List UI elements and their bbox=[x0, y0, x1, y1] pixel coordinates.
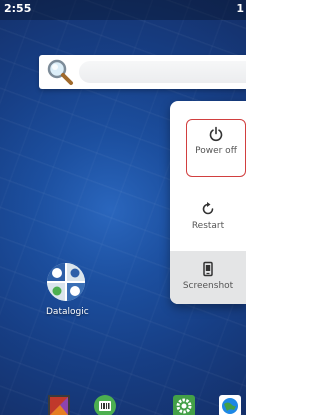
power-off-button[interactable]: Power off bbox=[186, 119, 246, 177]
dock bbox=[0, 395, 246, 415]
status-right-indicator: 1 bbox=[236, 2, 244, 15]
restart-icon bbox=[202, 202, 214, 215]
power-menu: Power off Restart Screenshot bbox=[170, 101, 246, 304]
gallery-icon[interactable] bbox=[48, 395, 70, 415]
screenshot-label: Screenshot bbox=[182, 281, 234, 291]
search-widget[interactable] bbox=[39, 55, 246, 89]
home-screen: 2:55 1 Power off Restart Screenshot Data… bbox=[0, 0, 246, 415]
screenshot-button[interactable]: Screenshot bbox=[170, 251, 246, 304]
status-time: 2:55 bbox=[4, 2, 32, 15]
browser-globe-icon[interactable] bbox=[219, 395, 241, 415]
datalogic-tools-icon[interactable] bbox=[47, 263, 85, 301]
restart-button[interactable]: Restart bbox=[170, 193, 246, 251]
barcode-scanner-icon[interactable] bbox=[94, 395, 116, 415]
status-bar: 2:55 1 bbox=[0, 0, 246, 20]
settings-icon[interactable] bbox=[173, 395, 195, 415]
power-icon bbox=[209, 126, 223, 142]
power-off-label: Power off bbox=[195, 146, 237, 156]
restart-label: Restart bbox=[191, 221, 225, 231]
datalogic-label: Datalogic bbox=[46, 307, 89, 317]
screenshot-icon bbox=[203, 261, 213, 277]
search-input[interactable] bbox=[79, 61, 246, 83]
search-icon[interactable] bbox=[45, 58, 75, 86]
